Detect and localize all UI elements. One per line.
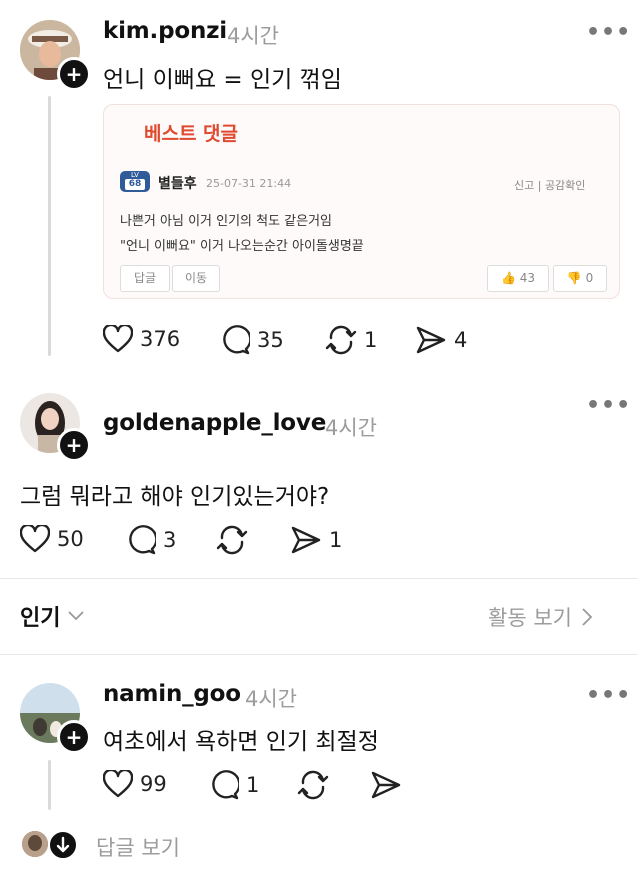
- repost-icon: [297, 770, 329, 800]
- like-button[interactable]: 99: [103, 770, 167, 798]
- comment-date: 25-07-31 21:44: [206, 177, 292, 190]
- more-options-icon[interactable]: •••: [586, 20, 631, 45]
- comment-button[interactable]: 3: [126, 525, 176, 555]
- like-count: 99: [140, 772, 167, 796]
- username[interactable]: goldenapple_love: [103, 410, 326, 436]
- share-count: 4: [454, 328, 468, 352]
- like-count: 50: [57, 527, 84, 551]
- repost-icon: [216, 525, 248, 555]
- chevron-down-icon: [68, 611, 85, 621]
- more-options-icon[interactable]: •••: [586, 393, 631, 418]
- thread-line: [48, 760, 51, 810]
- repost-button[interactable]: [216, 525, 255, 555]
- comment-count: 3: [163, 528, 177, 552]
- comment-line-2: "언니 이뻐요" 이거 나오는순간 아이돌생명끝: [120, 239, 364, 254]
- author-badge-icon: LV 68: [120, 171, 150, 192]
- share-button[interactable]: 4: [415, 325, 467, 355]
- share-button[interactable]: 1: [290, 525, 342, 555]
- sort-dropdown[interactable]: 인기: [20, 600, 85, 632]
- upvote-button: 👍 43: [487, 265, 549, 292]
- activity-link[interactable]: 활동 보기: [488, 602, 592, 632]
- comment-button[interactable]: 1: [209, 770, 259, 800]
- divider: [0, 654, 637, 655]
- like-count: 376: [140, 327, 181, 351]
- comment-count: 1: [246, 773, 260, 797]
- repost-count: 1: [364, 328, 378, 352]
- send-icon: [291, 526, 321, 554]
- username[interactable]: namin_goo: [103, 681, 241, 707]
- follow-plus-icon[interactable]: +: [57, 428, 91, 462]
- thumbs-up-icon: 👍: [500, 271, 516, 285]
- post-text: 여초에서 욕하면 인기 최절정: [103, 729, 379, 755]
- more-options-icon[interactable]: •••: [586, 683, 631, 708]
- reply-button: 답글: [120, 265, 170, 292]
- thumbs-down-icon: 👎: [566, 271, 582, 285]
- reply-avatar: [22, 831, 48, 857]
- username[interactable]: kim.ponzi: [103, 18, 227, 44]
- follow-plus-icon[interactable]: +: [57, 57, 91, 91]
- post-text: 언니 이뻐요 = 인기 꺾임: [103, 67, 342, 93]
- repost-button[interactable]: [297, 770, 336, 800]
- repost-icon: [325, 325, 357, 355]
- timestamp: 4시간: [325, 416, 378, 440]
- heart-icon: [103, 770, 133, 798]
- comment-icon: [212, 770, 239, 800]
- comment-button[interactable]: 35: [220, 325, 284, 355]
- send-icon: [371, 771, 401, 799]
- comment-line-1: 나쁜거 아님 이거 인기의 척도 같은거임: [120, 214, 333, 229]
- divider: [0, 578, 637, 579]
- sort-label: 인기: [20, 606, 61, 631]
- follow-plus-icon[interactable]: +: [57, 720, 91, 754]
- like-button[interactable]: 376: [103, 325, 180, 353]
- move-button: 이동: [172, 265, 220, 292]
- report-actions: 신고 | 공감확인: [514, 179, 586, 192]
- post-text: 그럼 뭐라고 해야 인기있는거야?: [20, 484, 330, 510]
- send-icon: [416, 326, 446, 354]
- comment-author: 별들후: [158, 176, 197, 192]
- view-replies-link[interactable]: 답글 보기: [96, 832, 180, 862]
- timestamp: 4시간: [227, 24, 280, 48]
- repost-button[interactable]: 1: [325, 325, 377, 355]
- timestamp: 4시간: [245, 687, 298, 711]
- upvote-count: 43: [519, 271, 536, 285]
- comment-count: 35: [257, 328, 284, 352]
- comment-icon: [129, 525, 156, 555]
- share-count: 1: [329, 528, 343, 552]
- chevron-right-icon: [582, 608, 592, 626]
- avatar-image: [22, 831, 48, 857]
- like-button[interactable]: 50: [20, 525, 84, 553]
- heart-icon: [20, 525, 50, 553]
- thread-line: [48, 96, 51, 356]
- embedded-image[interactable]: 베스트 댓글 LV 68 별들후 25-07-31 21:44 신고 | 공감확…: [103, 104, 620, 299]
- best-comment-title: 베스트 댓글: [144, 123, 239, 145]
- activity-label: 활동 보기: [488, 606, 572, 630]
- expand-replies-icon[interactable]: [48, 830, 78, 860]
- heart-icon: [103, 325, 133, 353]
- downvote-button: 👎 0: [553, 265, 607, 292]
- comment-icon: [223, 325, 250, 355]
- share-button[interactable]: [370, 770, 409, 800]
- downvote-count: 0: [585, 271, 594, 285]
